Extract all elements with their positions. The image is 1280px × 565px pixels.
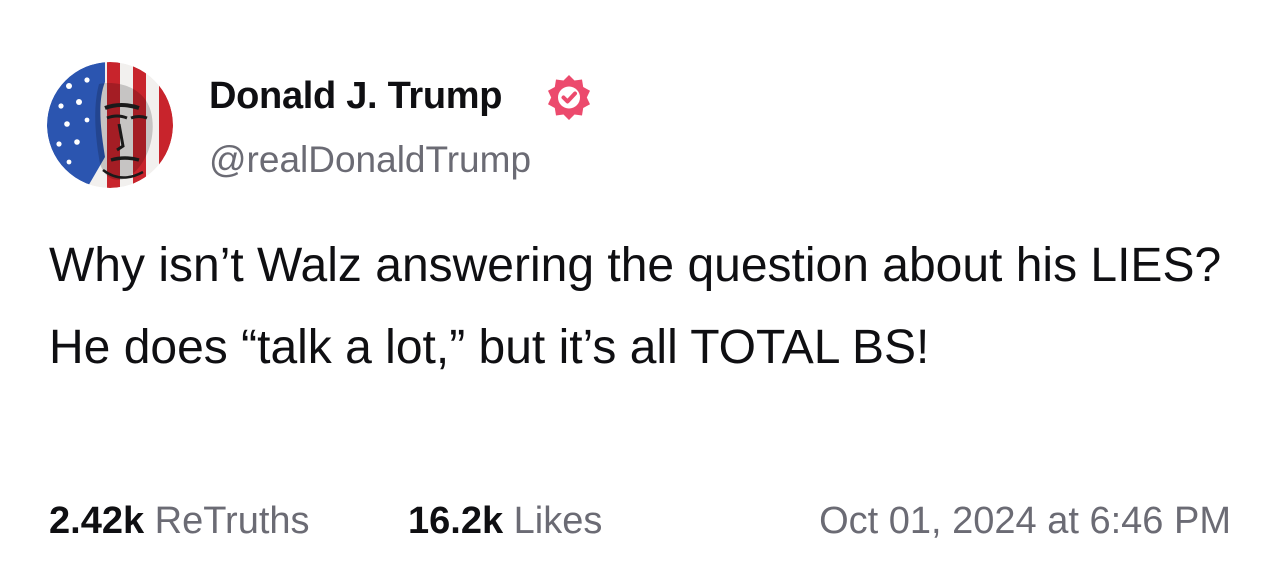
likes-count: 16.2k — [408, 500, 504, 542]
post-stats: 2.42k ReTruths 16.2k Likes Oct 01, 2024 … — [49, 496, 1231, 546]
retruths-count: 2.42k — [49, 500, 145, 542]
display-name[interactable]: Donald J. Trump — [209, 74, 503, 118]
retruths-stat[interactable]: 2.42k ReTruths — [49, 496, 310, 546]
verified-badge-icon — [548, 75, 590, 120]
retruths-label: ReTruths — [154, 500, 310, 542]
likes-stat[interactable]: 16.2k Likes — [408, 496, 602, 546]
post-text: Why isn’t Walz answering the question ab… — [49, 239, 1222, 374]
user-handle[interactable]: @realDonaldTrump — [209, 138, 531, 182]
likes-label: Likes — [513, 500, 603, 542]
avatar[interactable] — [47, 62, 173, 188]
flag-portrait-avatar-icon — [47, 62, 173, 188]
post-timestamp[interactable]: Oct 01, 2024 at 6:46 PM — [819, 496, 1231, 546]
